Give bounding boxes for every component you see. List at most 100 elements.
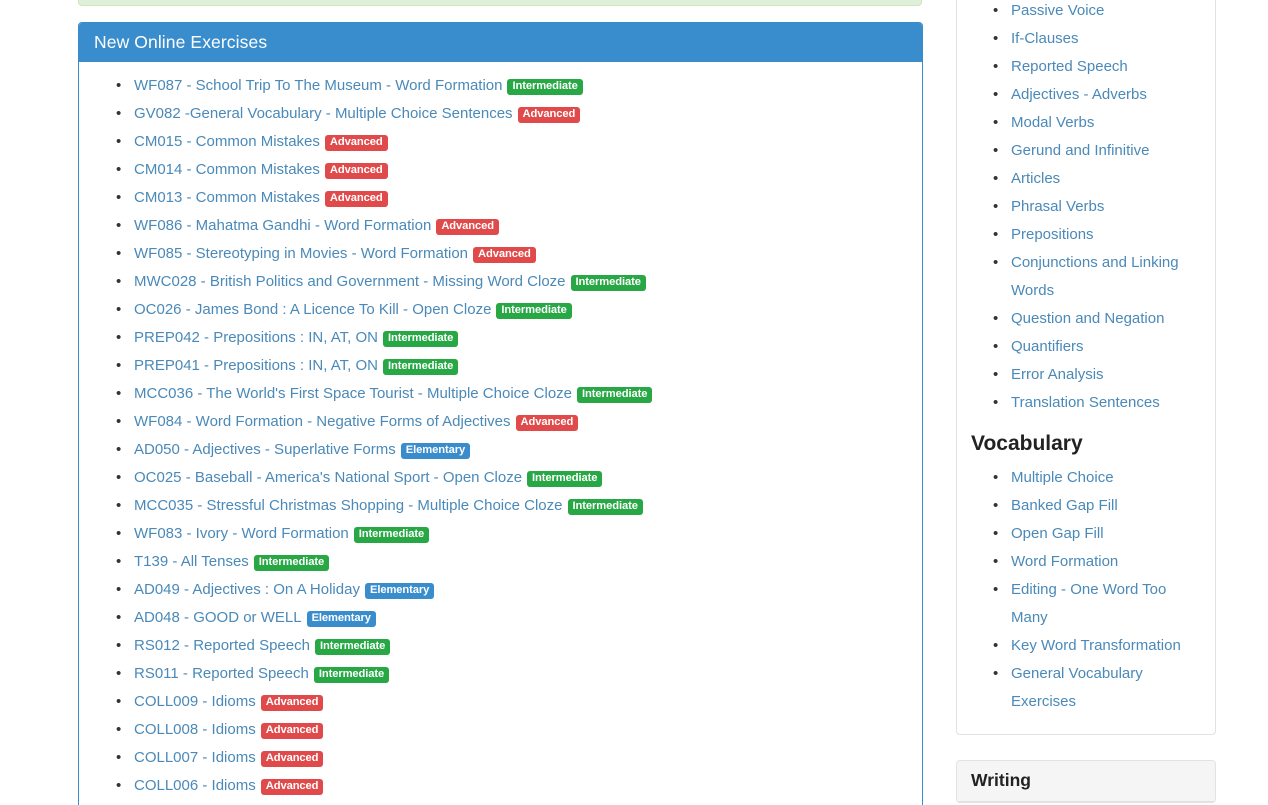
- exercise-link[interactable]: AD048 - GOOD or WELL: [134, 609, 302, 626]
- level-badge: Advanced: [325, 191, 388, 207]
- exercise-link[interactable]: WF084 - Word Formation - Negative Forms …: [134, 413, 511, 430]
- level-badge: Elementary: [401, 443, 470, 459]
- list-item: CM014 - Common MistakesAdvanced: [94, 156, 907, 184]
- grammar-item-link[interactable]: Question and Negation: [1011, 310, 1164, 327]
- exercise-link[interactable]: CM015 - Common Mistakes: [134, 133, 320, 150]
- exercise-link[interactable]: WF083 - Ivory - Word Formation: [134, 525, 349, 542]
- grammar-item-link[interactable]: If-Clauses: [1011, 30, 1079, 47]
- list-item: CM013 - Common Mistakes Advanced: [94, 184, 907, 212]
- list-item: OC025 - Baseball - America's National Sp…: [94, 464, 907, 492]
- list-item: CM015 - Common MistakesAdvanced: [94, 128, 907, 156]
- level-badge: Intermediate: [496, 303, 571, 319]
- list-item: Editing - One Word Too Many: [1011, 576, 1201, 632]
- level-badge: Elementary: [307, 611, 376, 627]
- list-item: OC026 - James Bond : A Licence To Kill -…: [94, 296, 907, 324]
- list-item: COLL006 - Idioms Advanced: [94, 772, 907, 800]
- sidebar: Grammar TensesPassive VoiceIf-ClausesRep…: [956, 0, 1216, 803]
- level-badge: Advanced: [261, 723, 324, 739]
- list-item: AD050 - Adjectives - Superlative Forms El…: [94, 436, 907, 464]
- grammar-item-link[interactable]: Phrasal Verbs: [1011, 198, 1104, 215]
- list-item: WF083 - Ivory - Word Formation Intermedia…: [94, 520, 907, 548]
- level-badge: Intermediate: [383, 359, 458, 375]
- exercise-link[interactable]: AD050 - Adjectives - Superlative Forms: [134, 441, 396, 458]
- grammar-item-link[interactable]: Passive Voice: [1011, 2, 1104, 19]
- list-item: PREP042 - Prepositions : IN, AT, ONInter…: [94, 324, 907, 352]
- grammar-item-link[interactable]: Translation Sentences: [1011, 394, 1160, 411]
- grammar-item-link[interactable]: Quantifiers: [1011, 338, 1084, 355]
- list-item: AD048 - GOOD or WELL Elementary: [94, 604, 907, 632]
- level-badge: Advanced: [436, 219, 499, 235]
- list-item: COLL008 - Idioms Advanced: [94, 716, 907, 744]
- list-item: Articles: [1011, 165, 1201, 193]
- success-alert-strip: [78, 0, 922, 6]
- vocabulary-item-link[interactable]: Word Formation: [1011, 553, 1118, 570]
- list-item: Key Word Transformation: [1011, 632, 1201, 660]
- level-badge: Intermediate: [354, 527, 429, 543]
- level-badge: Intermediate: [568, 499, 643, 515]
- exercise-link[interactable]: MCC035 - Stressful Christmas Shopping - …: [134, 497, 563, 514]
- exercise-link[interactable]: MCC036 - The World's First Space Tourist…: [134, 385, 572, 402]
- page-title: New Online Exercises: [94, 32, 267, 53]
- list-item: Passive Voice: [1011, 0, 1201, 25]
- exercise-link[interactable]: PREP042 - Prepositions : IN, AT, ON: [134, 329, 378, 346]
- exercise-link[interactable]: CM014 - Common Mistakes: [134, 161, 320, 178]
- grammar-list: TensesPassive VoiceIf-ClausesReported Sp…: [971, 0, 1201, 417]
- list-item: AD049 - Adjectives : On A HolidayElement…: [94, 576, 907, 604]
- vocabulary-item-link[interactable]: General Vocabulary Exercises: [1011, 665, 1143, 710]
- exercise-link[interactable]: CM013 - Common Mistakes: [134, 189, 320, 206]
- list-item: MWC028 - British Politics and Government…: [94, 268, 907, 296]
- exercise-link[interactable]: WF085 - Stereotyping in Movies - Word Fo…: [134, 245, 468, 262]
- exercise-link[interactable]: RS011 - Reported Speech: [134, 665, 309, 682]
- level-badge: Intermediate: [507, 79, 582, 95]
- list-item: Question and Negation: [1011, 305, 1201, 333]
- exercise-link[interactable]: WF086 - Mahatma Gandhi - Word Formation: [134, 217, 431, 234]
- vocabulary-item-link[interactable]: Banked Gap Fill: [1011, 497, 1118, 514]
- grammar-vocabulary-card: Grammar TensesPassive VoiceIf-ClausesRep…: [956, 0, 1216, 735]
- exercise-link[interactable]: MWC028 - British Politics and Government…: [134, 273, 566, 290]
- exercise-link[interactable]: PREP041 - Prepositions : IN, AT, ON: [134, 357, 378, 374]
- new-online-exercises-panel: New Online Exercises WF087 - School Trip…: [78, 22, 923, 805]
- grammar-item-link[interactable]: Error Analysis: [1011, 366, 1104, 383]
- writing-panel: Writing: [956, 760, 1216, 803]
- grammar-item-link[interactable]: Adjectives - Adverbs: [1011, 86, 1147, 103]
- exercise-link[interactable]: WF087 - School Trip To The Museum - Word…: [134, 77, 502, 94]
- exercise-link[interactable]: AD049 - Adjectives : On A Holiday: [134, 581, 360, 598]
- vocabulary-item-link[interactable]: Key Word Transformation: [1011, 637, 1181, 654]
- list-item: MCC035 - Stressful Christmas Shopping - …: [94, 492, 907, 520]
- exercise-link[interactable]: OC026 - James Bond : A Licence To Kill -…: [134, 301, 491, 318]
- exercise-link[interactable]: COLL007 - Idioms: [134, 749, 256, 766]
- level-badge: Intermediate: [571, 275, 646, 291]
- list-item: Conjunctions and Linking Words: [1011, 249, 1201, 305]
- exercise-link[interactable]: T139 - All Tenses: [134, 553, 249, 570]
- vocabulary-item-link[interactable]: Open Gap Fill: [1011, 525, 1104, 542]
- list-item: Gerund and Infinitive: [1011, 137, 1201, 165]
- grammar-item-link[interactable]: Conjunctions and Linking Words: [1011, 254, 1179, 299]
- list-item: T139 - All Tenses Intermediate: [94, 548, 907, 576]
- vocabulary-item-link[interactable]: Editing - One Word Too Many: [1011, 581, 1166, 626]
- list-item: WF085 - Stereotyping in Movies - Word Fo…: [94, 240, 907, 268]
- grammar-item-link[interactable]: Modal Verbs: [1011, 114, 1094, 131]
- exercise-link[interactable]: COLL008 - Idioms: [134, 721, 256, 738]
- exercise-link[interactable]: GV082 -General Vocabulary - Multiple Cho…: [134, 105, 513, 122]
- vocabulary-item-link[interactable]: Multiple Choice: [1011, 469, 1114, 486]
- level-badge: Advanced: [473, 247, 536, 263]
- grammar-item-link[interactable]: Reported Speech: [1011, 58, 1128, 75]
- grammar-item-link[interactable]: Prepositions: [1011, 226, 1094, 243]
- list-item: If-Clauses: [1011, 25, 1201, 53]
- level-badge: Intermediate: [314, 667, 389, 683]
- level-badge: Advanced: [261, 751, 324, 767]
- level-badge: Advanced: [261, 695, 324, 711]
- exercise-link[interactable]: COLL009 - Idioms: [134, 693, 256, 710]
- level-badge: Advanced: [261, 779, 324, 795]
- panel-header: New Online Exercises: [79, 23, 922, 62]
- level-badge: Intermediate: [254, 555, 329, 571]
- grammar-item-link[interactable]: Articles: [1011, 170, 1060, 187]
- writing-panel-header: Writing: [957, 761, 1215, 802]
- exercise-link[interactable]: OC025 - Baseball - America's National Sp…: [134, 469, 522, 486]
- list-item: Modal Verbs: [1011, 109, 1201, 137]
- exercise-link[interactable]: COLL006 - Idioms: [134, 777, 256, 794]
- grammar-item-link[interactable]: Gerund and Infinitive: [1011, 142, 1149, 159]
- list-item: General Vocabulary Exercises: [1011, 660, 1201, 716]
- exercise-link[interactable]: RS012 - Reported Speech: [134, 637, 310, 654]
- exercise-list: WF087 - School Trip To The Museum - Word…: [94, 72, 907, 800]
